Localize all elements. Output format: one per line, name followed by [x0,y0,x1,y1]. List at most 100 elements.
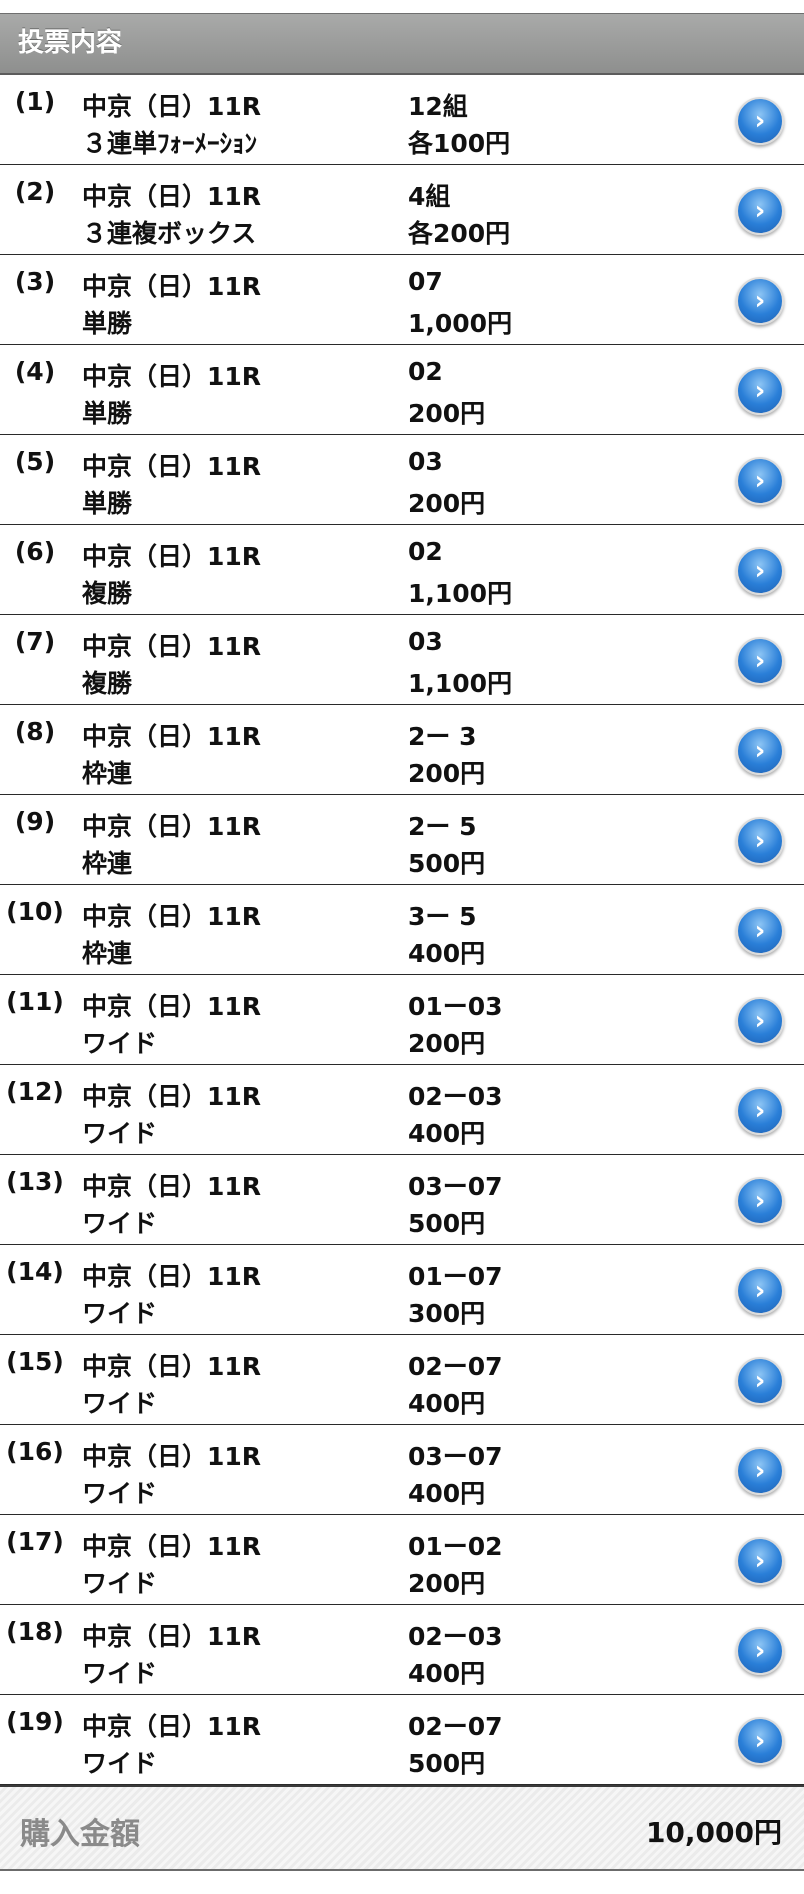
bet-row[interactable]: (16) 中京（日）11R ワイド 03ー07 400円 › [0,1425,804,1515]
purchase-total-bar: 購入金額 10,000円 [0,1785,804,1871]
bet-row[interactable]: (9) 中京（日）11R 枠連 2ー 5 500円 › [0,795,804,885]
chevron-right-circle-icon[interactable]: › [736,547,784,595]
bet-row[interactable]: (7) 中京（日）11R 複勝 03 1,100円 › [0,615,804,705]
bet-row[interactable]: (15) 中京（日）11R ワイド 02ー07 400円 › [0,1335,804,1425]
bet-type: 単勝 [82,399,133,428]
bet-row[interactable]: (4) 中京（日）11R 単勝 02 200円 › [0,345,804,435]
bet-number: (4) [14,357,56,386]
race-name: 中京（日）11R [82,1262,262,1291]
chevron-right-circle-icon[interactable]: › [736,1537,784,1585]
chevron-right-circle-icon[interactable]: › [736,187,784,235]
bet-combination: 02 [408,357,443,386]
bet-type: 枠連 [82,759,133,788]
bet-row[interactable]: (6) 中京（日）11R 複勝 02 1,100円 › [0,525,804,615]
bet-row[interactable]: (14) 中京（日）11R ワイド 01ー07 300円 › [0,1245,804,1335]
bet-amount: 300円 [408,1299,486,1328]
bet-list: (1) 中京（日）11R ３連単ﾌｫｰﾒｰｼｮﾝ 12組 各100円 › (2)… [0,75,804,1785]
bet-amount: 500円 [408,1749,486,1778]
chevron-right-circle-icon[interactable]: › [736,97,784,145]
race-name: 中京（日）11R [82,1712,262,1741]
bet-row[interactable]: (18) 中京（日）11R ワイド 02ー03 400円 › [0,1605,804,1695]
chevron-right-circle-icon[interactable]: › [736,727,784,775]
bet-amount: 1,000円 [408,309,513,338]
section-title: 投票内容 [18,28,123,58]
race-name: 中京（日）11R [82,182,262,211]
chevron-right-circle-icon[interactable]: › [736,367,784,415]
bet-number: (9) [14,807,56,836]
chevron-right-circle-icon[interactable]: › [736,1717,784,1765]
bet-row[interactable]: (2) 中京（日）11R ３連複ボックス 4組 各200円 › [0,165,804,255]
bet-row[interactable]: (5) 中京（日）11R 単勝 03 200円 › [0,435,804,525]
bet-amount: 400円 [408,1659,486,1688]
chevron-right-circle-icon[interactable]: › [736,1087,784,1135]
race-name: 中京（日）11R [82,992,262,1021]
bet-type: ワイド [82,1209,158,1238]
bet-number: (1) [14,87,56,116]
chevron-right-circle-icon[interactable]: › [736,907,784,955]
chevron-right-circle-icon[interactable]: › [736,1627,784,1675]
bet-row[interactable]: (11) 中京（日）11R ワイド 01ー03 200円 › [0,975,804,1065]
bet-row[interactable]: (10) 中京（日）11R 枠連 3ー 5 400円 › [0,885,804,975]
bet-combination: 3ー 5 [408,902,477,931]
chevron-right-circle-icon[interactable]: › [736,1447,784,1495]
bet-type: 単勝 [82,309,133,338]
bet-amount: 200円 [408,1029,486,1058]
bet-number: (12) [6,1077,64,1106]
bet-number: (3) [14,267,56,296]
bet-type: ワイド [82,1029,158,1058]
bet-combination: 4組 [408,182,451,211]
chevron-right-circle-icon[interactable]: › [736,997,784,1045]
bet-row[interactable]: (13) 中京（日）11R ワイド 03ー07 500円 › [0,1155,804,1245]
race-name: 中京（日）11R [82,362,262,391]
bet-combination: 03 [408,627,443,656]
bet-row[interactable]: (8) 中京（日）11R 枠連 2ー 3 200円 › [0,705,804,795]
bet-amount: 200円 [408,399,486,428]
bet-type: ワイド [82,1119,158,1148]
bet-type: ワイド [82,1569,158,1598]
bet-amount: 1,100円 [408,669,513,698]
race-name: 中京（日）11R [82,812,262,841]
bet-type: ワイド [82,1389,158,1418]
bet-type: 複勝 [82,669,133,698]
bet-row[interactable]: (12) 中京（日）11R ワイド 02ー03 400円 › [0,1065,804,1155]
chevron-right-circle-icon[interactable]: › [736,457,784,505]
bet-row[interactable]: (3) 中京（日）11R 単勝 07 1,000円 › [0,255,804,345]
bet-combination: 02ー07 [408,1352,503,1381]
race-name: 中京（日）11R [82,1082,262,1111]
bet-type: 枠連 [82,939,133,968]
bet-combination: 03ー07 [408,1442,503,1471]
chevron-right-circle-icon[interactable]: › [736,817,784,865]
chevron-right-circle-icon[interactable]: › [736,1177,784,1225]
bet-amount: 400円 [408,939,486,968]
bet-type: ワイド [82,1299,158,1328]
chevron-right-circle-icon[interactable]: › [736,637,784,685]
bet-amount: 500円 [408,1209,486,1238]
bet-amount: 400円 [408,1119,486,1148]
chevron-right-circle-icon[interactable]: › [736,1357,784,1405]
bet-combination: 02ー03 [408,1622,503,1651]
bet-amount: 各200円 [408,219,511,248]
bet-row[interactable]: (19) 中京（日）11R ワイド 02ー07 500円 › [0,1695,804,1785]
bet-type: ワイド [82,1749,158,1778]
bet-number: (7) [14,627,56,656]
bet-type: 単勝 [82,489,133,518]
bet-combination: 12組 [408,92,468,121]
bet-row[interactable]: (1) 中京（日）11R ３連単ﾌｫｰﾒｰｼｮﾝ 12組 各100円 › [0,75,804,165]
bet-combination: 03ー07 [408,1172,503,1201]
bet-combination: 02ー07 [408,1712,503,1741]
total-amount: 10,000円 [645,1816,782,1849]
bet-number: (19) [6,1707,64,1736]
section-header: 投票内容 [0,13,804,75]
bet-type: 複勝 [82,579,133,608]
bet-combination: 2ー 3 [408,722,477,751]
bet-row[interactable]: (17) 中京（日）11R ワイド 01ー02 200円 › [0,1515,804,1605]
chevron-right-circle-icon[interactable]: › [736,1267,784,1315]
race-name: 中京（日）11R [82,1622,262,1651]
race-name: 中京（日）11R [82,542,262,571]
bet-amount: 200円 [408,1569,486,1598]
bet-amount: 400円 [408,1389,486,1418]
bet-type: 枠連 [82,849,133,878]
race-name: 中京（日）11R [82,1352,262,1381]
chevron-right-circle-icon[interactable]: › [736,277,784,325]
bet-combination: 01ー07 [408,1262,503,1291]
